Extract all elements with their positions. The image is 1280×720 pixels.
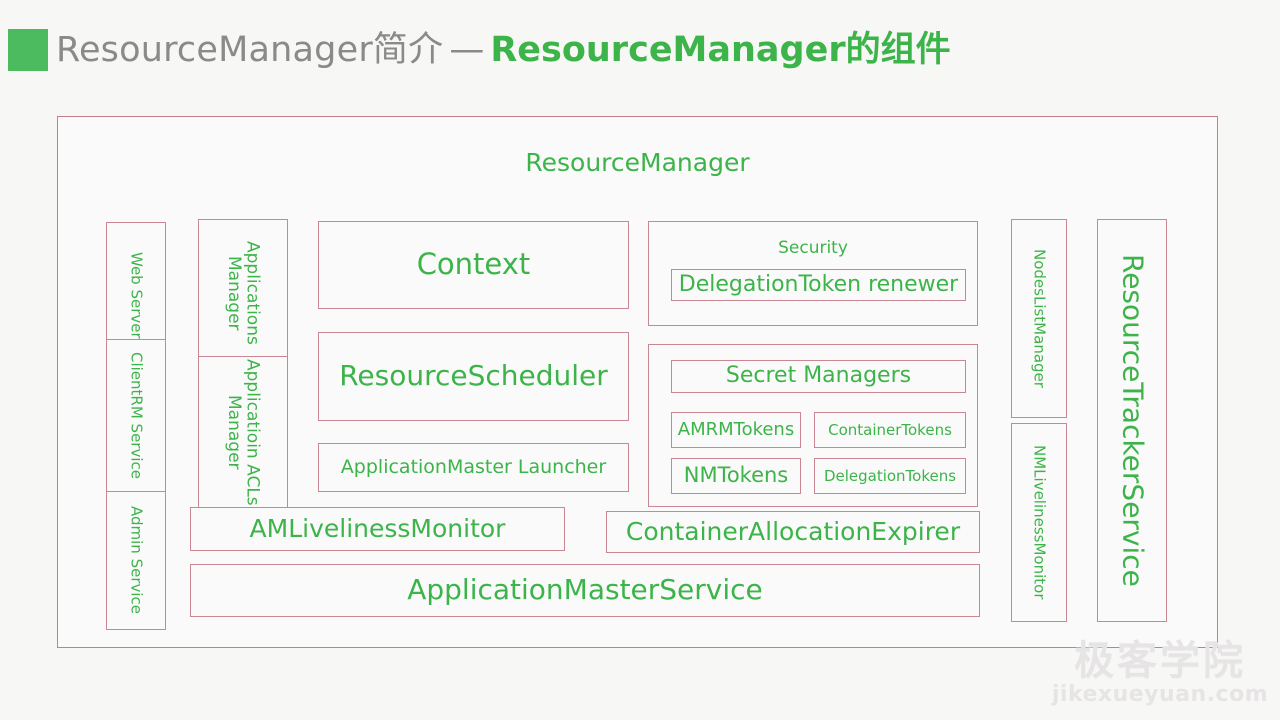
watermark: 极客学院 jikexueyuan.com: [1048, 640, 1272, 708]
box-secret-managers[interactable]: Secret Managers: [671, 360, 966, 393]
box-label: NMLivelinessMonitor: [1030, 445, 1049, 600]
box-applications-manager[interactable]: Applications Manager: [198, 219, 288, 367]
box-resourcetrackerservice[interactable]: ResourceTrackerService: [1097, 219, 1167, 622]
box-clientrm-service[interactable]: ClientRM Service: [106, 339, 166, 492]
box-amrm-tokens[interactable]: AMRMTokens: [671, 412, 801, 448]
box-label: ContainerTokens: [828, 420, 952, 439]
box-label: Secret Managers: [725, 363, 912, 389]
box-label: Context: [416, 247, 531, 282]
group-secret-managers: Secret Managers AMRMTokens ContainerToke…: [648, 344, 978, 507]
box-label: Applicatioin ACLs Manager: [224, 358, 263, 506]
box-label: Admin Service: [127, 506, 146, 615]
box-context[interactable]: Context: [318, 221, 629, 309]
box-label: AMRMTokens: [677, 419, 795, 441]
page-title: ResourceManager简介 — ResourceManager的组件: [56, 22, 951, 78]
box-label: ResourceScheduler: [339, 359, 608, 393]
box-containerallocationexpirer[interactable]: ContainerAllocationExpirer: [606, 511, 980, 553]
box-application-acls-manager[interactable]: Applicatioin ACLs Manager: [198, 356, 288, 508]
box-label: DelegationTokens: [823, 466, 957, 485]
box-label: ApplicationMasterService: [407, 573, 763, 607]
box-label: ContainerAllocationExpirer: [625, 517, 961, 547]
group-security-label: Security: [778, 238, 848, 258]
box-applicationmaster-launcher[interactable]: ApplicationMaster Launcher: [318, 443, 629, 492]
box-delegationtoken-renewer[interactable]: DelegationToken renewer: [671, 269, 966, 301]
box-label: DelegationToken renewer: [678, 271, 959, 297]
box-label: ResourceTrackerService: [1116, 254, 1150, 587]
header-accent-square: [8, 29, 48, 71]
box-label: ClientRM Service: [127, 352, 146, 479]
box-amlivelinessmonitor[interactable]: AMLivelinessMonitor: [190, 507, 565, 551]
box-label: NodesListManager: [1030, 249, 1049, 388]
box-delegation-tokens[interactable]: DelegationTokens: [814, 458, 966, 494]
page-title-strong: ResourceManager的组件: [490, 30, 951, 70]
resourcemanager-frame: ResourceManager Web Server ClientRM Serv…: [57, 116, 1218, 648]
box-label: ApplicationMaster Launcher: [340, 456, 607, 479]
box-label: AMLivelinessMonitor: [249, 514, 506, 544]
box-nodeslistmanager[interactable]: NodesListManager: [1011, 219, 1067, 418]
diagram-title: ResourceManager: [525, 148, 750, 177]
box-label: Applications Manager: [224, 241, 263, 345]
slide-canvas: ResourceManager简介 — ResourceManager的组件 Res…: [0, 0, 1280, 720]
page-title-dash: —: [449, 30, 485, 70]
box-nmlivelinessmonitor[interactable]: NMLivelinessMonitor: [1011, 423, 1067, 622]
box-container-tokens[interactable]: ContainerTokens: [814, 412, 966, 448]
box-label: Web Server: [127, 252, 146, 339]
watermark-cn: 极客学院: [1074, 638, 1246, 684]
box-resource-scheduler[interactable]: ResourceScheduler: [318, 332, 629, 421]
box-nm-tokens[interactable]: NMTokens: [671, 458, 801, 494]
group-security: Security DelegationToken renewer: [648, 221, 978, 326]
box-applicationmasterservice[interactable]: ApplicationMasterService: [190, 564, 980, 617]
page-title-plain: ResourceManager简介: [56, 30, 444, 70]
box-label: NMTokens: [683, 463, 789, 488]
box-admin-service[interactable]: Admin Service: [106, 491, 166, 630]
watermark-en: jikexueyuan.com: [1051, 682, 1269, 707]
